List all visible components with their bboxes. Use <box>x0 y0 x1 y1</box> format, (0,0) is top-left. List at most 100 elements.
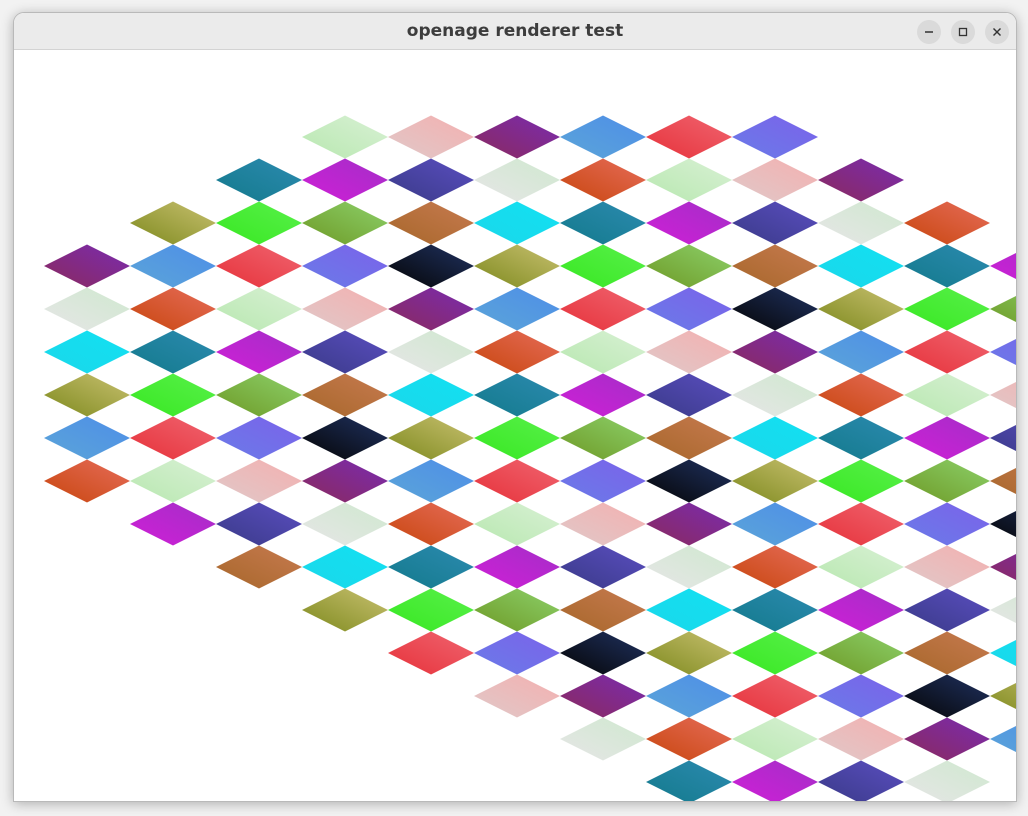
map-tile <box>990 296 1016 322</box>
map-tile <box>904 674 990 718</box>
close-button[interactable] <box>985 20 1009 44</box>
map-tile <box>990 554 1016 580</box>
map-tile <box>990 597 1016 623</box>
map-tile <box>44 330 130 374</box>
map-tile <box>388 416 474 460</box>
map-tile <box>818 244 904 288</box>
map-tile <box>302 588 388 632</box>
map-tile <box>646 330 732 374</box>
map-tile <box>732 330 818 374</box>
map-tile <box>646 760 732 801</box>
map-tile <box>216 244 302 288</box>
map-tile <box>474 631 560 675</box>
map-tile <box>130 330 216 374</box>
map-tile <box>388 244 474 288</box>
map-tile <box>732 674 818 718</box>
map-tile <box>474 201 560 245</box>
map-tile <box>646 502 732 546</box>
map-tile <box>904 717 990 761</box>
map-tile <box>990 683 1016 709</box>
map-tile <box>990 425 1016 451</box>
map-tile <box>44 373 130 417</box>
map-tile <box>560 244 646 288</box>
map-tile <box>990 339 1016 365</box>
map-tile <box>302 545 388 589</box>
map-tile <box>818 631 904 675</box>
map-tile <box>818 502 904 546</box>
map-tile <box>302 459 388 503</box>
map-tile <box>474 115 560 159</box>
map-tile <box>302 373 388 417</box>
map-tile <box>130 287 216 331</box>
map-tile <box>474 287 560 331</box>
map-tile <box>904 416 990 460</box>
map-tile <box>388 631 474 675</box>
map-tile <box>732 287 818 331</box>
map-tile <box>560 545 646 589</box>
map-tile <box>474 674 560 718</box>
maximize-button[interactable] <box>951 20 975 44</box>
map-tile <box>646 158 732 202</box>
map-tile <box>732 416 818 460</box>
map-tile <box>646 244 732 288</box>
map-tile <box>818 674 904 718</box>
map-tile <box>818 158 904 202</box>
map-tile <box>732 158 818 202</box>
map-tile <box>904 459 990 503</box>
tile-grid <box>44 115 1016 801</box>
map-tile <box>646 717 732 761</box>
render-canvas[interactable] <box>14 50 1016 801</box>
map-tile <box>904 287 990 331</box>
map-tile <box>302 244 388 288</box>
title-bar[interactable]: openage renderer test <box>14 13 1016 50</box>
map-tile <box>646 201 732 245</box>
map-tile <box>732 459 818 503</box>
map-tile <box>904 330 990 374</box>
map-tile <box>474 502 560 546</box>
app-window: openage renderer test <box>13 12 1017 802</box>
map-tile <box>560 373 646 417</box>
map-tile <box>646 287 732 331</box>
map-tile <box>990 468 1016 494</box>
map-tile <box>130 201 216 245</box>
map-tile <box>646 416 732 460</box>
map-tile <box>818 588 904 632</box>
map-tile <box>990 253 1016 279</box>
map-tile <box>130 373 216 417</box>
map-tile <box>388 588 474 632</box>
map-tile <box>302 416 388 460</box>
map-tile <box>44 459 130 503</box>
map-tile <box>130 459 216 503</box>
map-tile <box>216 201 302 245</box>
map-tile <box>302 287 388 331</box>
map-tile <box>560 631 646 675</box>
map-tile <box>560 158 646 202</box>
map-tile <box>646 631 732 675</box>
map-tile <box>560 416 646 460</box>
map-tile <box>732 631 818 675</box>
map-tile <box>474 373 560 417</box>
map-tile <box>560 201 646 245</box>
map-tile <box>302 158 388 202</box>
map-tile <box>560 115 646 159</box>
minimize-button[interactable] <box>917 20 941 44</box>
map-tile <box>474 330 560 374</box>
map-tile <box>388 545 474 589</box>
map-tile <box>474 158 560 202</box>
map-tile <box>732 115 818 159</box>
map-tile <box>904 502 990 546</box>
window-title: openage renderer test <box>406 21 624 41</box>
map-tile <box>216 287 302 331</box>
map-tile <box>560 717 646 761</box>
map-tile <box>44 416 130 460</box>
minimize-icon <box>925 31 933 33</box>
map-tile <box>818 287 904 331</box>
map-tile <box>388 158 474 202</box>
map-tile <box>216 373 302 417</box>
map-tile <box>44 287 130 331</box>
map-tile <box>818 717 904 761</box>
map-tile <box>646 115 732 159</box>
map-tile <box>302 330 388 374</box>
map-tile <box>732 760 818 801</box>
map-tile <box>732 545 818 589</box>
